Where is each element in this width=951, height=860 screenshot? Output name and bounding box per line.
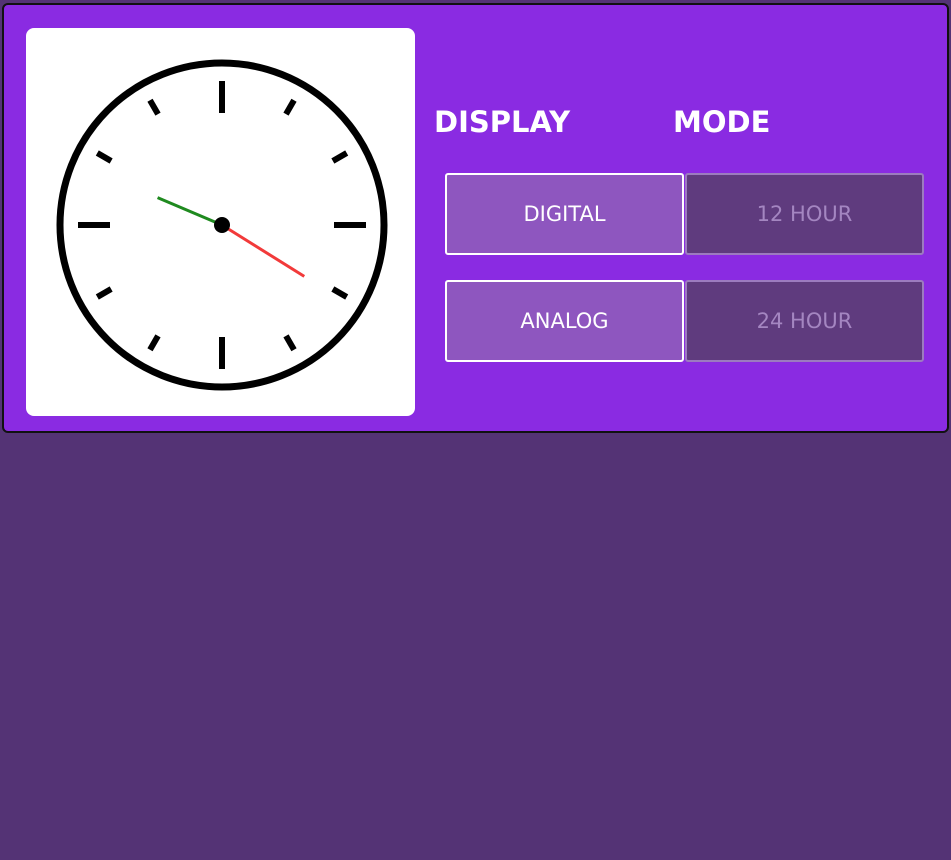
digital-display-button[interactable]: DIGITAL [445,173,684,255]
24-hour-mode-button[interactable]: 24 HOUR [685,280,924,362]
display-heading: DISPLAY [434,105,571,139]
analog-clock-card [26,28,415,416]
analog-display-button[interactable]: ANALOG [445,280,684,362]
12-hour-mode-button[interactable]: 12 HOUR [685,173,924,255]
mode-heading: MODE [673,105,771,139]
analog-clock-face [56,59,388,391]
clock-widget-panel: DISPLAY MODE DIGITAL ANALOG 12 HOUR 24 H… [2,3,949,433]
clock-center-pin [214,217,230,233]
